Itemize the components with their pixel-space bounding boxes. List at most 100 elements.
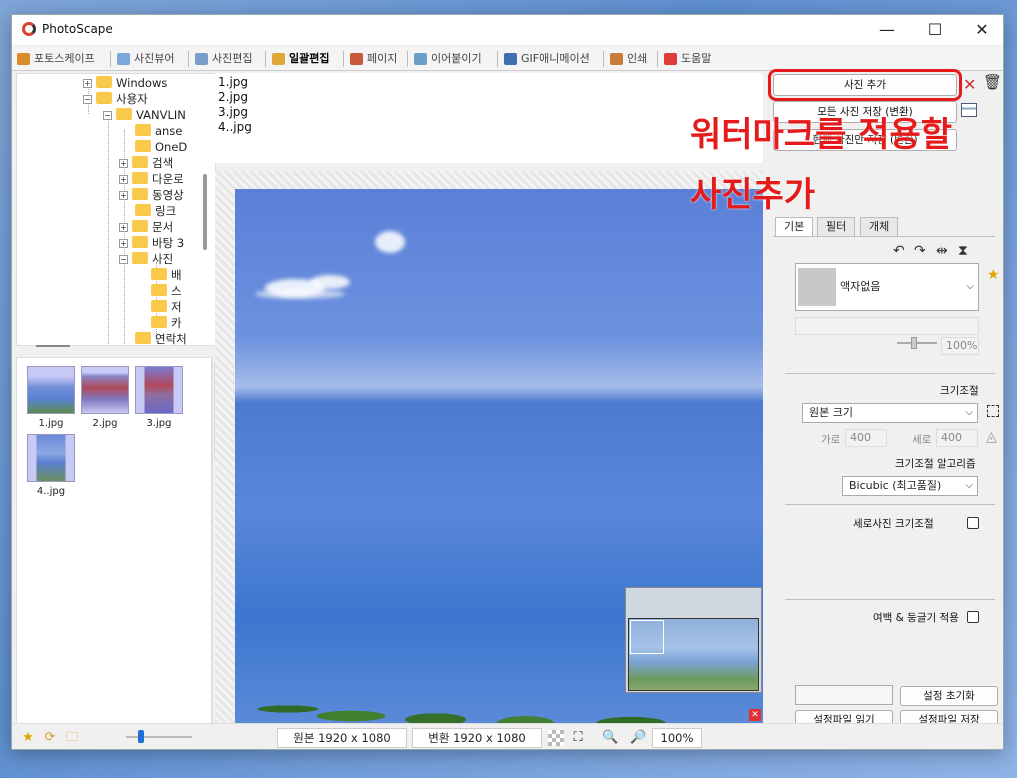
transparency-icon[interactable] <box>548 730 564 746</box>
collapse-icon[interactable]: − <box>83 95 92 104</box>
thumbnail-item[interactable]: 3.jpg <box>135 366 183 429</box>
thumbnail-size-slider[interactable] <box>138 730 144 743</box>
ratio-icon[interactable]: ◬ <box>986 429 997 445</box>
tab-8[interactable]: 인쇄 <box>607 49 647 69</box>
thumbnail-caption: 1.jpg <box>38 418 64 429</box>
annotation-line-2: 사진추가 <box>690 175 816 215</box>
tab-object[interactable]: 개체 <box>860 217 899 237</box>
collapse-icon[interactable]: − <box>103 111 112 120</box>
folder-icon <box>132 252 148 264</box>
tree-item[interactable]: anse <box>135 123 182 139</box>
tree-item[interactable]: − VANVLIN <box>103 107 186 123</box>
actual-size-icon[interactable]: 🔍 <box>602 730 618 746</box>
algorithm-select[interactable]: Bicubic (최고품질) ⌵ <box>842 476 978 496</box>
zoom-in-icon[interactable]: 🔎 <box>630 730 646 746</box>
frame-percent-field[interactable]: 100% <box>941 337 979 355</box>
reset-settings-button[interactable]: 설정 초기화 <box>900 686 998 706</box>
flip-vertical-icon[interactable]: ⧗ <box>958 243 968 259</box>
expand-icon[interactable]: + <box>119 223 128 232</box>
fit-screen-icon[interactable]: ⛶ <box>570 730 586 746</box>
tree-item[interactable]: OneD <box>135 139 187 155</box>
tree-item[interactable]: + 동영상 <box>119 187 184 203</box>
tab-label: GIF애니메이션 <box>521 52 590 65</box>
thumbnail-item[interactable]: 4..jpg <box>27 434 75 497</box>
settings-name-field[interactable] <box>795 685 893 705</box>
expand-icon[interactable]: + <box>119 239 128 248</box>
refresh-folder-icon[interactable]: ⟳ <box>42 730 58 746</box>
navigator-close-icon[interactable]: ✕ <box>749 709 761 721</box>
expand-icon[interactable]: + <box>119 175 128 184</box>
rotate-left-icon[interactable]: ↶ <box>893 243 905 259</box>
navigator-viewport[interactable] <box>630 620 664 654</box>
zoom-level: 100% <box>652 728 702 748</box>
collapse-icon[interactable]: − <box>119 255 128 264</box>
width-input[interactable]: 400 <box>845 429 887 447</box>
thumbnail-item[interactable]: 2.jpg <box>81 366 129 429</box>
trash-icon[interactable]: 🗑 <box>983 73 1002 91</box>
tab-3[interactable]: 사진편집 <box>192 49 252 69</box>
tree-item[interactable]: 스 <box>151 283 182 299</box>
tree-item[interactable]: + 문서 <box>119 219 173 235</box>
file-list-item[interactable]: 2.jpg <box>218 90 248 104</box>
tree-item[interactable]: + 바탕 3 <box>119 235 184 251</box>
expand-icon[interactable]: + <box>83 79 92 88</box>
rotate-right-icon[interactable]: ↷ <box>914 243 926 259</box>
tab-basic[interactable]: 기본 <box>775 217 814 237</box>
file-list-item[interactable]: 1.jpg <box>218 75 248 89</box>
close-button[interactable]: ✕ <box>965 19 999 41</box>
expand-icon[interactable]: + <box>119 191 128 200</box>
thumbnail-item[interactable]: 1.jpg <box>27 366 75 429</box>
tree-scrollbar[interactable] <box>203 174 207 250</box>
tab-icon <box>350 53 363 65</box>
minimize-button[interactable]: — <box>870 19 904 41</box>
tab-6[interactable]: 이어붙이기 <box>411 49 482 69</box>
tab-5[interactable]: 페이지 <box>347 49 397 69</box>
tree-item[interactable]: 배 <box>151 267 182 283</box>
flip-horizontal-icon[interactable]: ⇹ <box>936 243 948 259</box>
resize-select[interactable]: 원본 크기 ⌵ <box>802 403 978 423</box>
folder-search-icon[interactable]: 🗀 <box>64 730 80 746</box>
add-photo-button[interactable]: 사진 추가 <box>768 69 962 101</box>
batch-file-list[interactable]: 1.jpg 2.jpg 3.jpg 4..jpg <box>215 73 763 163</box>
tree-item[interactable]: + 검색 <box>119 155 173 171</box>
tree-item[interactable]: − 사진 <box>119 251 173 267</box>
annotation-line-1: 워터마크를 적용할 <box>690 115 953 155</box>
frame-option-field[interactable] <box>795 317 979 335</box>
file-list-item[interactable]: 3.jpg <box>218 105 248 119</box>
height-input[interactable]: 400 <box>936 429 978 447</box>
file-list-item[interactable]: 4..jpg <box>218 120 252 134</box>
tab-icon <box>272 53 285 65</box>
expand-icon[interactable]: + <box>119 159 128 168</box>
folder-tree[interactable]: + Windows − 사용자 − VANVLIN anse OneD + 검색 + 다운로 + 동영상 링… <box>16 73 216 346</box>
favorite-star-icon[interactable]: ★ <box>20 730 36 746</box>
star-icon[interactable]: ★ <box>987 267 1000 283</box>
remove-icon[interactable]: ✕ <box>963 75 976 94</box>
frame-select[interactable]: 액자없음 ⌵ <box>795 263 979 311</box>
tab-4[interactable]: 일괄편집 <box>269 49 329 69</box>
tree-item-label: OneD <box>155 140 188 154</box>
tab-icon <box>504 53 517 65</box>
frame-opacity-slider[interactable] <box>911 337 917 349</box>
tree-item[interactable]: 연락처 <box>135 331 187 345</box>
folder-icon <box>96 76 112 88</box>
save-options-icon[interactable] <box>961 103 977 117</box>
tab-1[interactable]: 포토스케이프 <box>14 49 95 69</box>
crop-icon[interactable] <box>987 405 999 417</box>
tree-item[interactable]: + Windows <box>83 75 167 91</box>
tree-item[interactable]: − 사용자 <box>83 91 148 107</box>
tree-item[interactable]: 카 <box>151 315 182 331</box>
portrait-resize-checkbox[interactable] <box>967 517 979 529</box>
margin-round-checkbox[interactable] <box>967 611 979 623</box>
tab-icon <box>610 53 623 65</box>
tree-item-label: 검색 <box>152 156 174 170</box>
tab-2[interactable]: 사진뷰어 <box>114 49 174 69</box>
navigator-panel[interactable] <box>625 587 762 693</box>
tree-item[interactable]: 링크 <box>135 203 176 219</box>
maximize-button[interactable]: ☐ <box>918 19 952 41</box>
tree-item[interactable]: + 다운로 <box>119 171 184 187</box>
tab-filter[interactable]: 필터 <box>817 217 856 237</box>
tab-7[interactable]: GIF애니메이션 <box>501 49 590 69</box>
tree-item[interactable]: 저 <box>151 299 182 315</box>
tab-9[interactable]: 도움말 <box>661 49 711 69</box>
panel-splitter[interactable] <box>36 345 70 347</box>
